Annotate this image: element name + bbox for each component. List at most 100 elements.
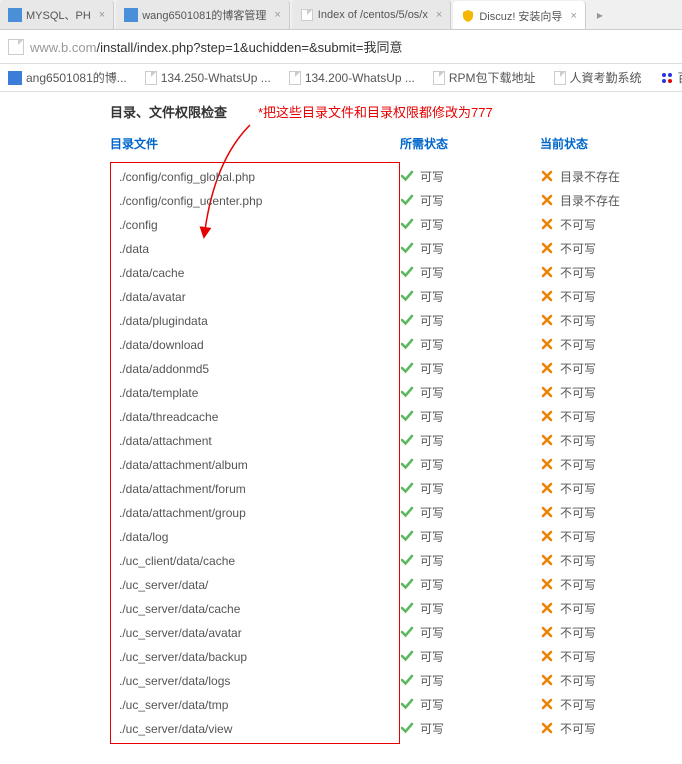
browser-tab[interactable]: Index of /centos/5/os/x × xyxy=(292,0,452,30)
cell-path: ./data/attachment/forum xyxy=(111,482,399,496)
cell-required: 可写 xyxy=(400,360,540,377)
cell-current: 不可写 xyxy=(540,408,660,425)
browser-tab[interactable]: wang6501081的博客管理× xyxy=(116,0,290,30)
check-icon xyxy=(400,601,414,615)
status-text: 可写 xyxy=(420,288,444,305)
cell-path: ./uc_server/data/ xyxy=(111,578,399,592)
check-icon xyxy=(400,409,414,423)
check-icon xyxy=(400,529,414,543)
status-text: 可写 xyxy=(420,192,444,209)
table-row: ./data/attachment xyxy=(111,429,399,453)
bookmark-item[interactable]: 134.250-WhatsUp ... xyxy=(145,71,271,85)
cross-icon xyxy=(540,169,554,183)
cell-path: ./uc_server/data/avatar xyxy=(111,626,399,640)
status-text: 不可写 xyxy=(560,408,596,425)
baidu-icon xyxy=(660,71,674,85)
permission-table: 目录文件 所需状态 当前状态 ./config/config_global.ph… xyxy=(110,135,682,744)
cell-current: 不可写 xyxy=(540,552,660,569)
cross-icon xyxy=(540,457,554,471)
status-text: 可写 xyxy=(420,408,444,425)
table-row: 可写不可写 xyxy=(400,524,660,548)
status-text: 可写 xyxy=(420,456,444,473)
status-text: 可写 xyxy=(420,312,444,329)
status-text: 可写 xyxy=(420,576,444,593)
cross-icon xyxy=(540,241,554,255)
cell-current: 不可写 xyxy=(540,456,660,473)
table-row: 可写不可写 xyxy=(400,236,660,260)
cell-current: 不可写 xyxy=(540,480,660,497)
table-row: 可写不可写 xyxy=(400,476,660,500)
table-row: 可写 不可写 xyxy=(400,668,660,692)
check-icon xyxy=(400,505,414,519)
cell-required: 可写 xyxy=(400,528,540,545)
browser-tab[interactable]: MYSQL、PH × xyxy=(0,0,114,30)
table-row: ./uc_server/data/logs xyxy=(111,669,399,693)
cell-current: 不可写 xyxy=(540,624,660,641)
bookmark-item[interactable]: 人資考勤系统 xyxy=(554,69,642,86)
table-row: ./data/attachment/forum xyxy=(111,477,399,501)
close-icon[interactable]: × xyxy=(570,10,576,22)
close-icon[interactable]: × xyxy=(436,9,442,21)
bookmark-item[interactable]: ang6501081的博... xyxy=(8,69,127,86)
status-text: 不可写 xyxy=(560,672,596,689)
bookmark-item[interactable]: RPM包下载地址 xyxy=(433,69,536,86)
status-text: 不可写 xyxy=(560,696,596,713)
status-text: 可写 xyxy=(420,600,444,617)
url-text[interactable]: www.b.com/install/index.php?step=1&uchid… xyxy=(30,37,403,56)
page-icon xyxy=(145,71,157,85)
cell-required: 可写 xyxy=(400,168,540,185)
table-row: ./config xyxy=(111,213,399,237)
check-icon xyxy=(400,385,414,399)
cell-current: 目录不存在 xyxy=(540,192,660,209)
status-text: 可写 xyxy=(420,264,444,281)
table-row: 可写不可写 xyxy=(400,716,660,740)
table-row: ./data/log xyxy=(111,525,399,549)
close-icon[interactable]: × xyxy=(99,9,105,21)
cell-required: 可写 xyxy=(400,696,540,713)
check-icon xyxy=(400,169,414,183)
tab-label: Index of /centos/5/os/x xyxy=(318,9,428,21)
cell-required: 可写 xyxy=(400,504,540,521)
cell-required: 可写 xyxy=(400,672,540,689)
check-icon xyxy=(400,457,414,471)
cell-path: ./data/attachment/group xyxy=(111,506,399,520)
cell-path: ./data/plugindata xyxy=(111,314,399,328)
check-icon xyxy=(400,241,414,255)
cell-required: 可写 xyxy=(400,720,540,737)
page-icon xyxy=(289,71,301,85)
cell-current: 不可写 xyxy=(540,720,660,737)
cell-current: 不可写 xyxy=(540,216,660,233)
check-icon xyxy=(400,217,414,231)
cell-current: 不可写 xyxy=(540,576,660,593)
bookmark-item[interactable]: 134.200-WhatsUp ... xyxy=(289,71,415,85)
status-text: 可写 xyxy=(420,432,444,449)
cell-path: ./uc_server/data/tmp xyxy=(111,698,399,712)
status-text: 不可写 xyxy=(560,600,596,617)
tab-label: MYSQL、PH xyxy=(26,7,91,23)
highlight-box: ./config/config_global.php./config/confi… xyxy=(110,162,400,744)
table-row: 可写不可写 xyxy=(400,428,660,452)
cell-required: 可写 xyxy=(400,336,540,353)
cell-path: ./uc_server/data/backup xyxy=(111,650,399,664)
cross-icon xyxy=(540,577,554,591)
new-tab-button[interactable]: ▸ xyxy=(588,0,612,29)
browser-tab[interactable]: Discuz! 安装向导× xyxy=(453,1,586,30)
cross-icon xyxy=(540,673,554,687)
bookmark-item[interactable]: 百度 xyxy=(660,69,682,86)
cell-required: 可写 xyxy=(400,192,540,209)
cell-path: ./data/attachment xyxy=(111,434,399,448)
table-row: ./config/config_ucenter.php xyxy=(111,189,399,213)
table-row: 可写 不可写 xyxy=(400,284,660,308)
close-icon[interactable]: × xyxy=(274,9,280,21)
check-icon xyxy=(400,697,414,711)
cross-icon xyxy=(540,529,554,543)
cell-current: 不可写 xyxy=(540,288,660,305)
table-row: ./uc_server/data/avatar xyxy=(111,621,399,645)
cross-icon xyxy=(540,265,554,279)
table-row: ./uc_server/data/ xyxy=(111,573,399,597)
status-text: 可写 xyxy=(420,336,444,353)
cell-current: 不可写 xyxy=(540,648,660,665)
cell-current: 不可写 xyxy=(540,336,660,353)
table-row: 可写 不可写 xyxy=(400,332,660,356)
cell-current: 不可写 xyxy=(540,312,660,329)
